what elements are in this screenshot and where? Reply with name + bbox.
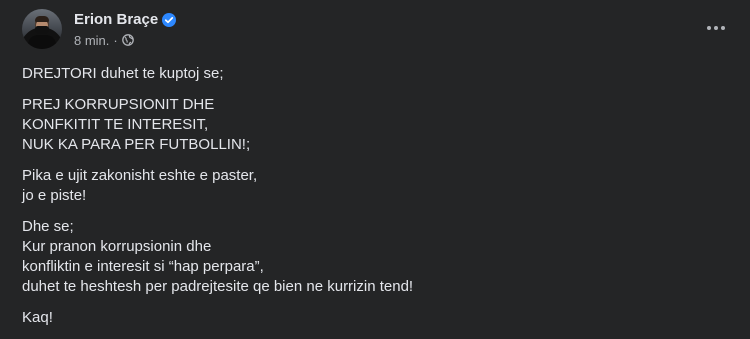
more-options-button[interactable]: [698, 14, 734, 42]
text-line: konfliktin e interesit si “hap perpara”,: [22, 258, 264, 275]
post-timestamp[interactable]: 8 min.: [74, 33, 109, 48]
verified-badge-icon: [162, 12, 177, 27]
post-text: DREJTORI duhet te kuptoj se; PREJ KORRUP…: [22, 64, 722, 339]
text-line: NUK KA PARA PER FUTBOLLIN!;: [22, 136, 251, 153]
author-name[interactable]: Erion Braçe: [74, 11, 158, 28]
paragraph: DREJTORI duhet te kuptoj se;: [22, 64, 722, 84]
text-line: PREJ KORRUPSIONIT DHE: [22, 96, 215, 113]
meta-separator: ·: [113, 32, 118, 48]
paragraph: Dhe se; Kur pranon korrupsionin dhe konf…: [22, 217, 722, 297]
text-line: jo e piste!: [22, 187, 87, 204]
more-horizontal-icon: [707, 26, 711, 30]
text-line: Dhe se;: [22, 218, 74, 235]
text-line: Kaq!: [22, 309, 53, 326]
text-line: Kur pranon korrupsionin dhe: [22, 238, 212, 255]
text-line: Pika e ujit zakonisht eshte e paster,: [22, 167, 258, 184]
avatar[interactable]: [22, 9, 62, 49]
paragraph: Kaq!: [22, 308, 722, 328]
post-card: Erion Braçe 8 min. · DREJTORI duhet te k…: [0, 0, 750, 337]
paragraph: PREJ KORRUPSIONIT DHE KONFKITIT TE INTER…: [22, 95, 722, 155]
post-header: Erion Braçe 8 min. ·: [22, 9, 177, 49]
post-meta: Erion Braçe 8 min. ·: [74, 10, 177, 48]
paragraph: Pika e ujit zakonisht eshte e paster, jo…: [22, 166, 722, 206]
text-line: KONFKITIT TE INTERESIT,: [22, 116, 209, 133]
globe-icon[interactable]: [121, 34, 134, 46]
text-line: DREJTORI duhet te kuptoj se;: [22, 65, 224, 82]
text-line: duhet te heshtesh per padrejtesite qe bi…: [22, 278, 414, 295]
